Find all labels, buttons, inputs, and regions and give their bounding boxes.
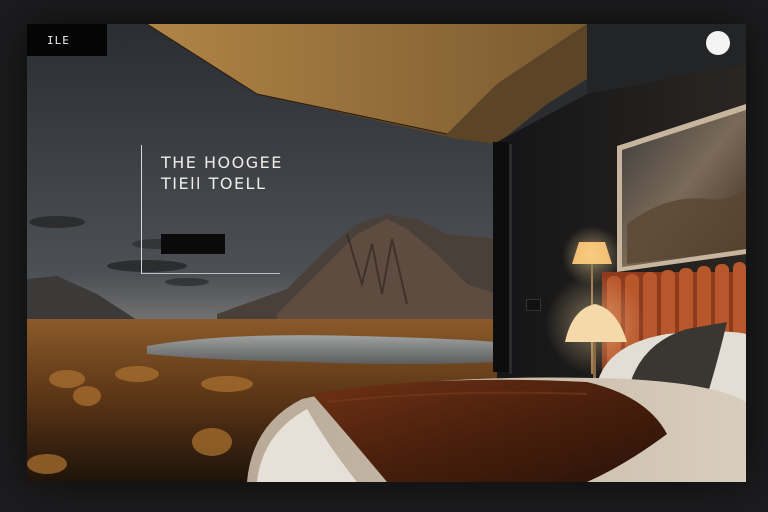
account-avatar-button[interactable] [706,31,730,55]
hero-cta-button[interactable] [161,234,225,254]
hero-title-line-1: THE HOOGEE [161,153,283,172]
hero-title: THE HOOGEE TIEll TOELL [161,152,283,194]
hero-frame: ILE THE HOOGEE TIEll TOELL [27,24,746,482]
wall-light-switch [526,299,541,311]
hero-background-image [27,24,746,482]
hero-title-line-2: TIEll TOELL [161,174,267,193]
brand-logo[interactable]: ILE [27,24,107,56]
